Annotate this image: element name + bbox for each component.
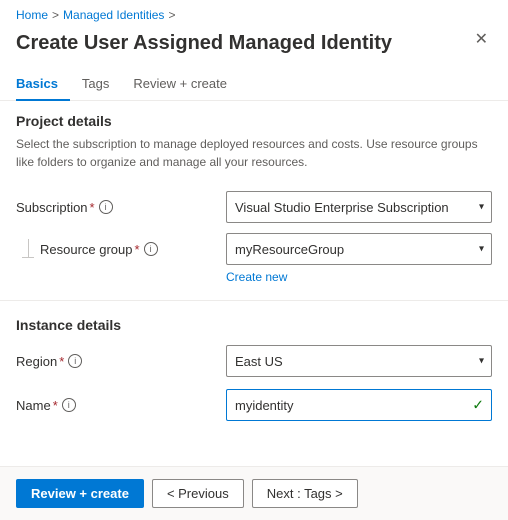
instance-details-title: Instance details bbox=[0, 317, 508, 333]
region-select-wrapper: East US ▾ bbox=[226, 345, 492, 377]
breadcrumb-sep2: > bbox=[168, 8, 175, 22]
breadcrumb-managed-identities[interactable]: Managed Identities bbox=[63, 8, 164, 22]
name-label: Name bbox=[16, 398, 51, 413]
project-details-section: Project details Select the subscription … bbox=[0, 113, 508, 171]
name-info-icon[interactable]: i bbox=[62, 398, 76, 412]
close-button[interactable]: ✕ bbox=[471, 30, 492, 50]
resource-group-select-wrapper: myResourceGroup ▾ bbox=[226, 233, 492, 265]
subscription-select[interactable]: Visual Studio Enterprise Subscription bbox=[226, 191, 492, 223]
region-info-icon[interactable]: i bbox=[68, 354, 82, 368]
project-details-desc: Select the subscription to manage deploy… bbox=[0, 135, 508, 171]
tab-tags[interactable]: Tags bbox=[70, 68, 121, 101]
breadcrumb: Home > Managed Identities > bbox=[0, 0, 508, 26]
page-title: Create User Assigned Managed Identity bbox=[16, 30, 392, 56]
resource-group-label: Resource group bbox=[40, 242, 133, 257]
create-new-link[interactable]: Create new bbox=[226, 268, 287, 286]
name-input-col: ✓ bbox=[226, 389, 492, 421]
tab-bar: Basics Tags Review + create bbox=[0, 68, 508, 101]
subscription-label-col: Subscription * i bbox=[16, 200, 226, 215]
footer: Review + create < Previous Next : Tags > bbox=[0, 466, 508, 520]
region-required: * bbox=[59, 354, 64, 369]
subscription-row: Subscription * i Visual Studio Enterpris… bbox=[0, 185, 508, 229]
review-create-button[interactable]: Review + create bbox=[16, 479, 144, 508]
breadcrumb-sep1: > bbox=[52, 8, 59, 22]
resource-group-info-icon[interactable]: i bbox=[144, 242, 158, 256]
name-label-col: Name * i bbox=[16, 398, 226, 413]
region-label: Region bbox=[16, 354, 57, 369]
instance-details-section: Instance details bbox=[0, 309, 508, 333]
resource-group-input-col: myResourceGroup ▾ bbox=[226, 233, 492, 265]
name-check-icon: ✓ bbox=[472, 397, 484, 414]
subscription-select-wrapper: Visual Studio Enterprise Subscription ▾ bbox=[226, 191, 492, 223]
name-input[interactable] bbox=[226, 389, 492, 421]
subscription-required: * bbox=[90, 200, 95, 215]
subscription-input-col: Visual Studio Enterprise Subscription ▾ bbox=[226, 191, 492, 223]
region-row: Region * i East US ▾ bbox=[0, 339, 508, 383]
resource-group-label-col: Resource group * i bbox=[40, 242, 226, 257]
next-button[interactable]: Next : Tags > bbox=[252, 479, 358, 508]
region-label-col: Region * i bbox=[16, 354, 226, 369]
page-header: Create User Assigned Managed Identity ✕ bbox=[0, 26, 508, 68]
name-row: Name * i ✓ bbox=[0, 383, 508, 427]
section-divider bbox=[0, 300, 508, 301]
region-input-col: East US ▾ bbox=[226, 345, 492, 377]
region-select[interactable]: East US bbox=[226, 345, 492, 377]
previous-button[interactable]: < Previous bbox=[152, 479, 244, 508]
subscription-label: Subscription bbox=[16, 200, 88, 215]
breadcrumb-home[interactable]: Home bbox=[16, 8, 48, 22]
name-required: * bbox=[53, 398, 58, 413]
name-input-wrapper: ✓ bbox=[226, 389, 492, 421]
subscription-info-icon[interactable]: i bbox=[99, 200, 113, 214]
project-details-title: Project details bbox=[0, 113, 508, 129]
tab-review-create[interactable]: Review + create bbox=[121, 68, 239, 101]
close-icon: ✕ bbox=[475, 31, 488, 48]
tab-basics[interactable]: Basics bbox=[16, 68, 70, 101]
resource-group-select[interactable]: myResourceGroup bbox=[226, 233, 492, 265]
resource-group-required: * bbox=[135, 242, 140, 257]
